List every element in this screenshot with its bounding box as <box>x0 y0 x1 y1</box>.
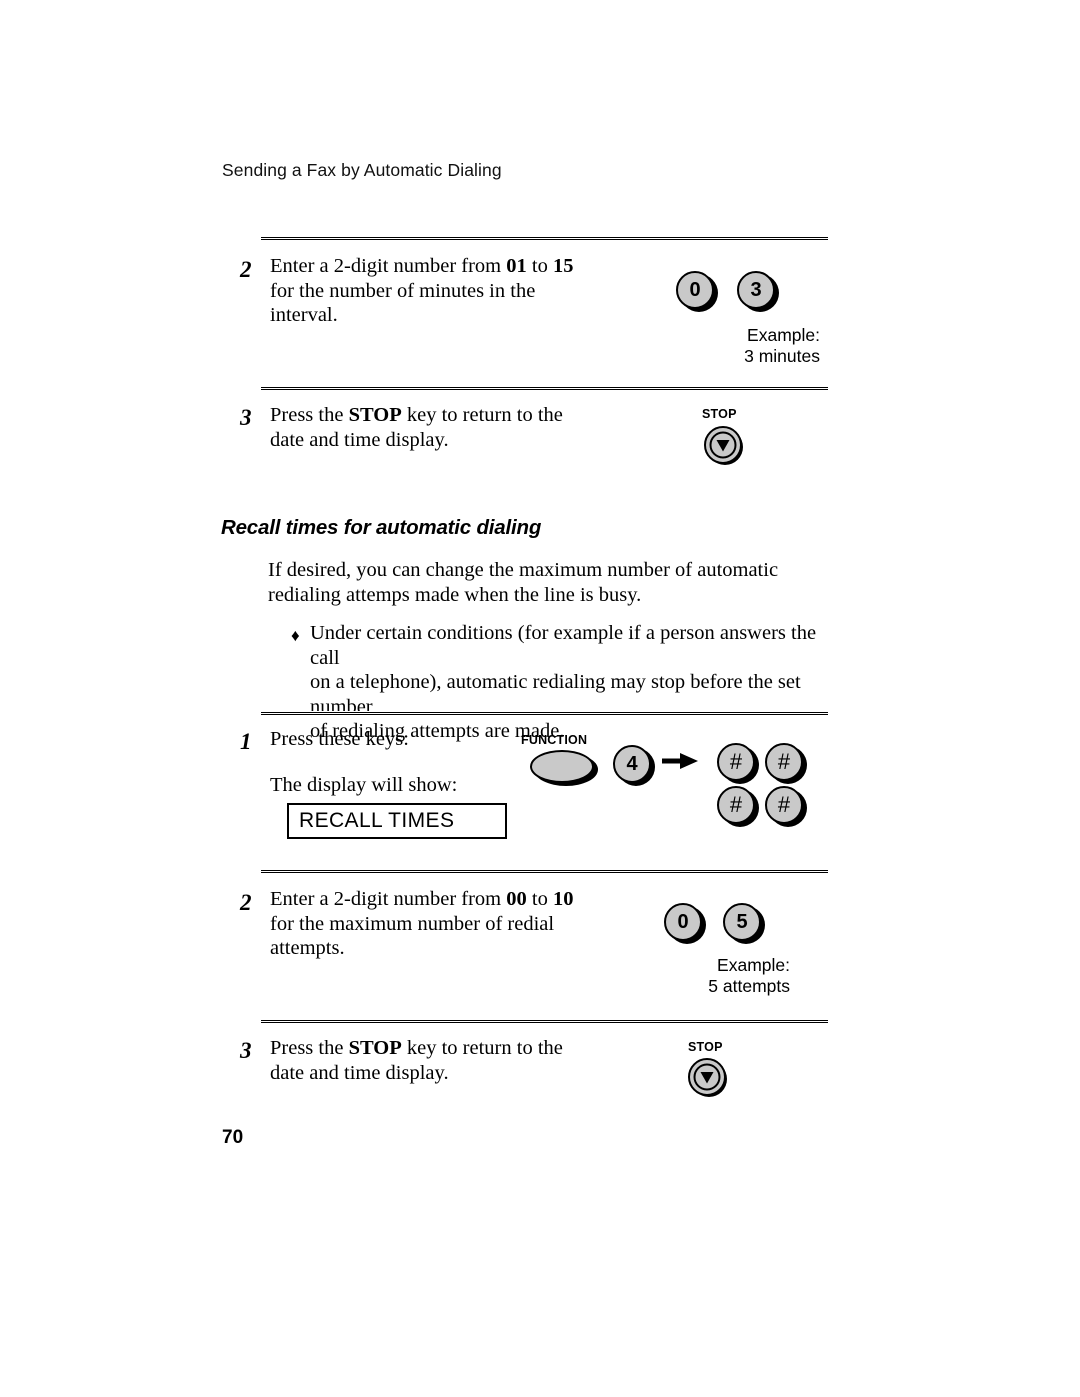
step-line: for the number of minutes in the <box>270 279 536 302</box>
keypad-key-hash-1[interactable]: # <box>717 743 755 781</box>
stop-key-button[interactable] <box>703 425 745 467</box>
step-line: Enter a 2-digit number from 00 to 10 <box>270 887 670 912</box>
example-caption: Example: 3 minutes <box>744 325 820 366</box>
lcd-display: RECALL TIMES <box>287 803 507 839</box>
function-key-button[interactable] <box>530 750 594 783</box>
step-body: Press these keys: <box>270 727 520 752</box>
paragraph-line: Under certain conditions (for example if… <box>310 622 817 669</box>
step-text-post: key to return to the <box>401 404 563 426</box>
running-header: Sending a Fax by Automatic Dialing <box>222 160 502 180</box>
stop-key-label: STOP <box>702 407 737 421</box>
step-body: Enter a 2-digit number from 01 to 15 for… <box>270 254 670 328</box>
stop-key-mention: STOP <box>348 404 402 426</box>
step-number: 3 <box>240 405 252 430</box>
step-line: date and time display. <box>270 428 449 451</box>
step-range-min: 00 <box>506 888 527 910</box>
keypad-key-0[interactable]: 0 <box>676 271 714 309</box>
keypad-key-hash-4[interactable]: # <box>765 786 803 824</box>
display-prompt: The display will show: <box>270 774 458 796</box>
step-text-mid: to <box>526 888 553 910</box>
step-range-max: 10 <box>552 888 574 910</box>
step-range-min: 01 <box>506 255 527 277</box>
section-divider-rule <box>261 1019 828 1023</box>
step-number: 2 <box>240 890 252 915</box>
step-text-mid: to <box>526 255 553 277</box>
step-body: Press the STOP key to return to the date… <box>270 403 670 452</box>
step-number: 2 <box>240 257 252 282</box>
keypad-key-0[interactable]: 0 <box>664 903 702 941</box>
section-divider-rule <box>261 386 828 390</box>
step-body: Press the STOP key to return to the date… <box>270 1036 670 1085</box>
section-heading: Recall times for automatic dialing <box>221 516 542 539</box>
step-line: Press the STOP key to return to the <box>270 1036 670 1061</box>
section-divider-rule <box>261 869 828 873</box>
step-text-pre: Enter a 2-digit number from <box>270 888 507 910</box>
example-caption: Example: 5 attempts <box>708 955 790 996</box>
paragraph-line: redialing attemps made when the line is … <box>268 583 642 606</box>
step-line: interval. <box>270 304 338 326</box>
step-line: Press these keys: <box>270 728 409 750</box>
bullet-paragraph: Under certain conditions (for example if… <box>310 621 840 744</box>
step-number: 3 <box>240 1038 252 1063</box>
step-text-pre: Press the <box>270 404 349 426</box>
step-line: date and time display. <box>270 1061 449 1084</box>
step-text-pre: Press the <box>270 1037 349 1059</box>
page-number: 70 <box>222 1127 244 1148</box>
keypad-key-hash-2[interactable]: # <box>765 743 803 781</box>
intro-paragraph: If desired, you can change the maximum n… <box>268 558 828 607</box>
step-body: Enter a 2-digit number from 00 to 10 for… <box>270 887 670 961</box>
stop-icon <box>704 426 743 465</box>
section-divider-rule <box>261 236 828 240</box>
manual-page: Sending a Fax by Automatic Dialing 2 Ent… <box>0 0 1080 1397</box>
paragraph-line: If desired, you can change the maximum n… <box>268 559 779 581</box>
keypad-key-4[interactable]: 4 <box>613 745 651 783</box>
function-key-label: FUNCTION <box>521 733 588 747</box>
step-number: 1 <box>240 729 252 754</box>
bullet-marker-icon: ♦ <box>291 626 300 645</box>
lcd-display-text: RECALL TIMES <box>299 809 455 832</box>
stop-key-mention: STOP <box>348 1037 402 1059</box>
stop-icon <box>688 1058 727 1097</box>
step-range-max: 15 <box>552 255 574 277</box>
keypad-key-5[interactable]: 5 <box>723 903 761 941</box>
step-line: for the maximum number of redial <box>270 912 555 935</box>
stop-key-button[interactable] <box>687 1057 729 1099</box>
step-text-post: key to return to the <box>401 1037 563 1059</box>
keypad-key-3[interactable]: 3 <box>737 271 775 309</box>
step-line: Press the STOP key to return to the <box>270 403 670 428</box>
keypad-key-hash-3[interactable]: # <box>717 786 755 824</box>
arrow-right-icon <box>662 751 702 771</box>
step-line: Enter a 2-digit number from 01 to 15 <box>270 254 670 279</box>
step-text-pre: Enter a 2-digit number from <box>270 255 507 277</box>
section-divider-rule <box>261 711 828 715</box>
stop-key-label: STOP <box>688 1040 723 1054</box>
